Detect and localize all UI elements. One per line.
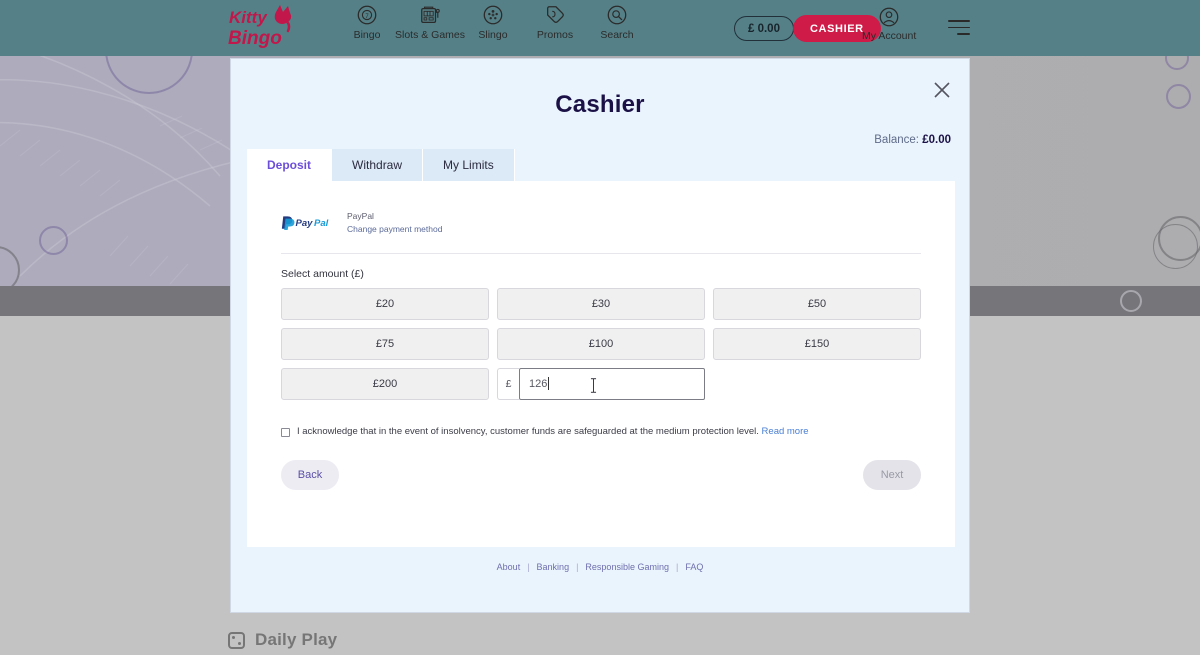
acknowledgement-checkbox[interactable] [281, 427, 290, 437]
footer-link-about[interactable]: About [497, 562, 521, 572]
footer-link-responsible-gaming[interactable]: Responsible Gaming [585, 562, 669, 572]
amount-button-200[interactable]: £200 [281, 367, 489, 400]
payment-method-row: Pay Pal PayPal Change payment method [281, 211, 921, 236]
divider [281, 252, 921, 254]
modal-footer-links: About | Banking | Responsible Gaming | F… [231, 562, 969, 572]
modal-balance-label: Balance: [874, 134, 920, 146]
slingo-icon [483, 5, 503, 25]
my-account-label: My Account [862, 30, 917, 42]
user-avatar-icon [879, 7, 899, 27]
footer-link-faq[interactable]: FAQ [685, 562, 703, 572]
amount-button-75[interactable]: £75 [281, 327, 489, 360]
svg-text:7: 7 [365, 14, 368, 20]
nav-label: Slots & Games [394, 29, 466, 41]
nav-item-slingo[interactable]: Slingo [462, 4, 524, 41]
custom-amount-input[interactable]: 126 [519, 367, 705, 400]
modal-title: Cashier [555, 91, 645, 118]
action-buttons: Back Next [281, 459, 921, 490]
cashier-modal: Cashier Balance: £0.00 Deposit Withdraw … [230, 58, 970, 613]
select-amount-label: Select amount (£) [281, 267, 364, 280]
amount-button-100[interactable]: £100 [497, 327, 705, 360]
nav-label: Slingo [478, 29, 508, 41]
text-caret [548, 377, 550, 391]
page-root: Daily Play Kitty Bingo 7 Bingo Slots & G… [0, 0, 1200, 655]
my-account-link[interactable]: My Account [862, 6, 916, 42]
nav-label: Search [600, 29, 634, 41]
acknowledgement-row: I acknowledge that in the event of insol… [281, 426, 921, 438]
svg-text:Pal: Pal [314, 218, 329, 229]
site-header: Kitty Bingo 7 Bingo Slots & Games Slingo… [0, 0, 1200, 56]
nav-item-bingo[interactable]: 7 Bingo [336, 4, 398, 41]
hamburger-menu-icon[interactable] [948, 20, 972, 36]
change-payment-method-link[interactable]: Change payment method [347, 223, 442, 236]
nav-label: Bingo [353, 29, 381, 41]
deposit-panel: Pay Pal PayPal Change payment method Sel… [247, 181, 955, 547]
balance-pill[interactable]: £ 0.00 [734, 16, 794, 41]
tab-deposit[interactable]: Deposit [247, 149, 333, 181]
next-button[interactable]: Next [863, 459, 921, 490]
nav-item-slots-games[interactable]: Slots & Games [394, 4, 466, 41]
svg-text:Kitty: Kitty [229, 8, 268, 27]
acknowledgement-text: I acknowledge that in the event of insol… [297, 426, 809, 438]
tab-my-limits[interactable]: My Limits [423, 149, 515, 181]
promos-tag-icon [547, 6, 564, 23]
footer-separator: | [527, 562, 530, 572]
modal-balance-value: £0.00 [922, 134, 951, 146]
currency-symbol: £ [497, 367, 519, 400]
paypal-logo: Pay Pal [281, 216, 329, 230]
footer-link-banking[interactable]: Banking [537, 562, 570, 572]
custom-amount-value: 126 [529, 377, 548, 390]
amount-button-20[interactable]: £20 [281, 287, 489, 320]
tab-withdraw[interactable]: Withdraw [332, 149, 424, 181]
bingo-ball-icon: 7 [357, 5, 377, 25]
amount-grid: £20 £30 £50 £75 £100 £150 £200 £ 126 [281, 287, 921, 400]
slot-machine-icon [421, 6, 440, 23]
footer-separator: | [576, 562, 579, 572]
acknowledgement-copy: I acknowledge that in the event of insol… [297, 425, 759, 437]
text-cursor-icon [590, 377, 597, 393]
nav-label: Promos [536, 29, 574, 41]
close-icon[interactable] [933, 81, 951, 99]
svg-text:Pay: Pay [296, 218, 314, 229]
read-more-link[interactable]: Read more [762, 426, 809, 437]
cashier-tabs: Deposit Withdraw My Limits [247, 149, 515, 181]
kitty-bingo-logo[interactable]: Kitty Bingo [228, 4, 294, 50]
search-icon [607, 5, 627, 25]
modal-balance: Balance: £0.00 [231, 134, 969, 146]
footer-separator: | [675, 562, 679, 572]
back-button[interactable]: Back [281, 459, 339, 490]
custom-amount-group: £ 126 [497, 367, 705, 400]
nav-item-search[interactable]: Search [586, 4, 648, 41]
amount-button-30[interactable]: £30 [497, 287, 705, 320]
amount-button-150[interactable]: £150 [713, 327, 921, 360]
amount-button-50[interactable]: £50 [713, 287, 921, 320]
svg-text:Bingo: Bingo [228, 28, 282, 49]
main-navigation: 7 Bingo Slots & Games Slingo Promos Sear… [336, 4, 648, 41]
payment-method-name: PayPal [347, 211, 374, 221]
payment-method-meta: PayPal Change payment method [347, 211, 442, 236]
nav-item-promos[interactable]: Promos [524, 4, 586, 41]
